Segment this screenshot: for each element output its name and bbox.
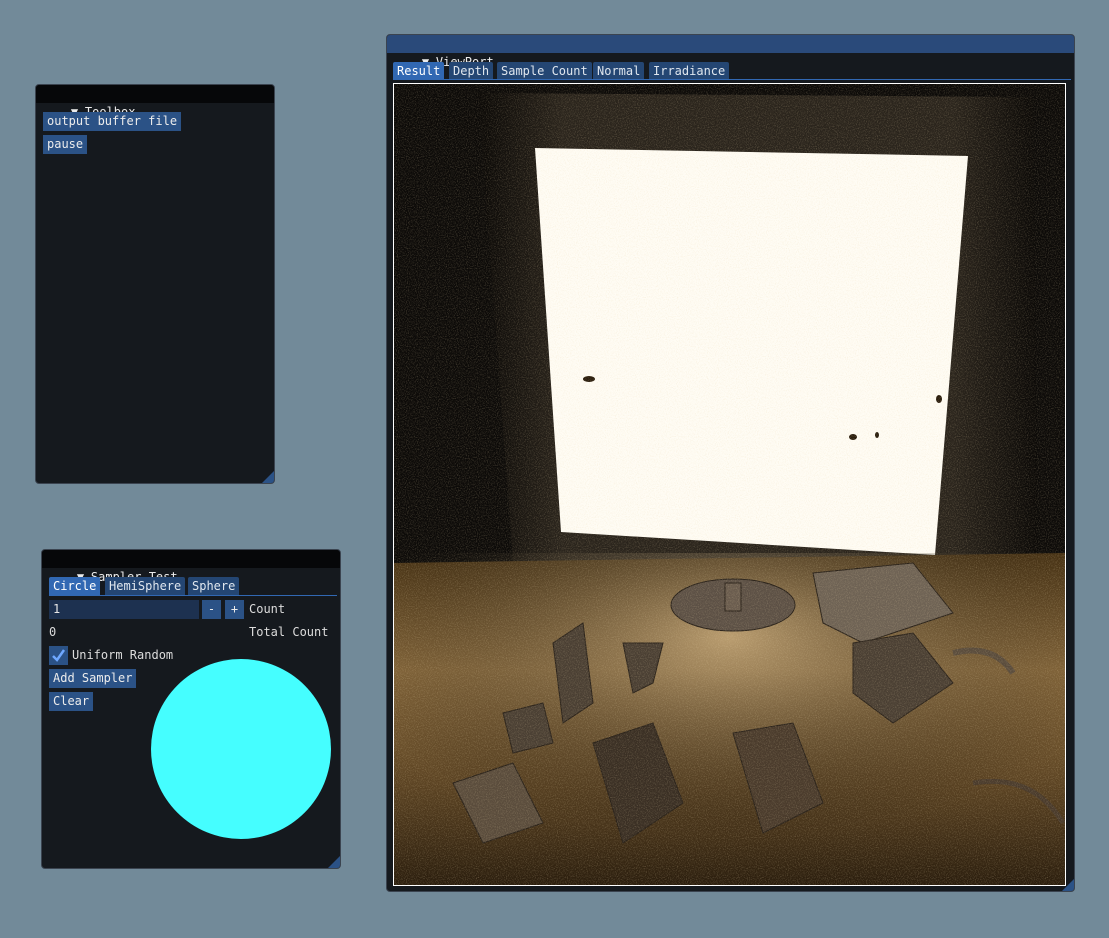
viewport-window: ▼ViewPort Result Depth Sample Count Norm… <box>386 34 1075 892</box>
tab-irradiance[interactable]: Irradiance <box>649 62 730 80</box>
toolbox-window: ▼Toolbox output buffer file pause <box>35 84 275 484</box>
render-result-image[interactable] <box>393 83 1066 886</box>
tab-normal[interactable]: Normal <box>593 62 645 80</box>
sampler-test-title-bar[interactable]: ▼Sampler Test <box>42 550 340 584</box>
tab-sphere[interactable]: Sphere <box>188 577 240 595</box>
count-input[interactable]: 1 <box>49 600 199 619</box>
count-increment-button[interactable]: + <box>225 600 244 619</box>
tab-circle[interactable]: Circle <box>49 577 101 595</box>
tab-bar-underline <box>49 595 337 596</box>
sampler-circle-canvas <box>151 659 331 839</box>
add-sampler-button[interactable]: Add Sampler <box>49 669 137 688</box>
tab-result[interactable]: Result <box>393 62 445 80</box>
tab-hemisphere[interactable]: HemiSphere <box>105 577 186 595</box>
resize-grip-icon[interactable] <box>328 856 340 868</box>
toolbox-title-bar[interactable]: ▼Toolbox <box>36 85 274 119</box>
pause-button[interactable]: pause <box>43 135 88 154</box>
total-count-value: 0 <box>49 625 57 639</box>
checkmark-icon <box>52 649 66 662</box>
clear-button[interactable]: Clear <box>49 692 94 711</box>
tab-bar-underline <box>393 79 1071 80</box>
total-count-label: Total Count <box>249 625 329 639</box>
viewport-title-bar[interactable]: ▼ViewPort <box>387 35 1074 69</box>
render-noise-overlay <box>393 83 1066 886</box>
count-decrement-button[interactable]: - <box>202 600 221 619</box>
output-buffer-file-button[interactable]: output buffer file <box>43 112 182 131</box>
resize-grip-icon[interactable] <box>262 471 274 483</box>
sampler-test-window: ▼Sampler Test Circle HemiSphere Sphere 1… <box>41 549 341 869</box>
tab-sample-count[interactable]: Sample Count <box>497 62 592 80</box>
count-label: Count <box>249 602 286 616</box>
resize-grip-icon[interactable] <box>1062 879 1074 891</box>
uniform-random-checkbox[interactable] <box>49 646 68 665</box>
tab-depth[interactable]: Depth <box>449 62 494 80</box>
sample-circle <box>151 659 331 839</box>
